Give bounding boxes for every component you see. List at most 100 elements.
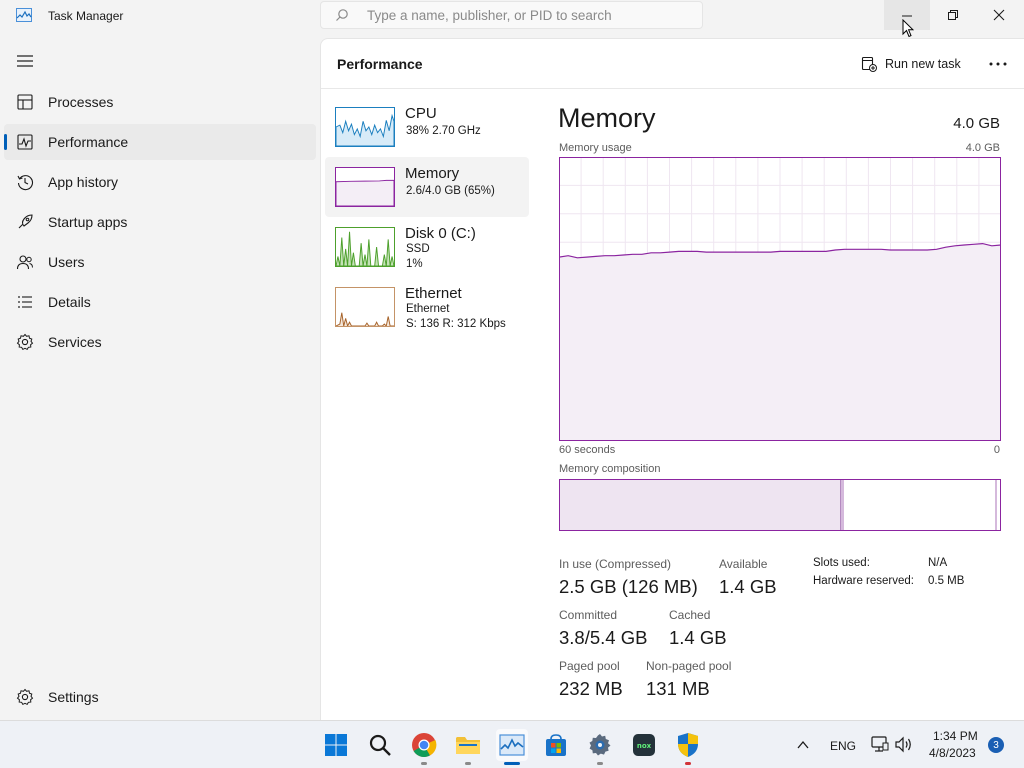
available-label: Available <box>719 557 768 571</box>
taskbar-search-button[interactable] <box>364 729 396 761</box>
hamburger-menu-icon[interactable] <box>16 54 34 68</box>
resource-detail: SSD <box>406 243 430 255</box>
performance-icon <box>17 134 33 150</box>
more-options-icon <box>989 62 1007 66</box>
clock-date[interactable]: 4/8/2023 <box>929 746 976 760</box>
sidebar-item-label: Users <box>48 254 85 270</box>
sidebar-item-app-history[interactable]: App history <box>4 164 316 200</box>
sidebar: Processes Performance App history Startu… <box>0 32 320 720</box>
search-icon <box>369 734 391 756</box>
sidebar-item-performance[interactable]: Performance <box>4 124 316 160</box>
taskbar-file-explorer[interactable] <box>452 729 484 765</box>
hardware-reserved-label: Hardware reserved: <box>813 575 914 587</box>
sidebar-item-processes[interactable]: Processes <box>4 84 316 120</box>
task-manager-icon <box>499 734 525 756</box>
taskbar-microsoft-store[interactable] <box>540 729 572 761</box>
more-options-button[interactable] <box>986 53 1010 75</box>
search-placeholder[interactable]: Type a name, publisher, or PID to search <box>367 8 612 23</box>
cached-label: Cached <box>669 608 711 622</box>
memory-composition-bar[interactable] <box>559 479 1001 531</box>
sidebar-item-details[interactable]: Details <box>4 284 316 320</box>
sidebar-item-services[interactable]: Services <box>4 324 316 360</box>
running-indicator <box>597 762 603 765</box>
show-hidden-icons-chevron-icon[interactable] <box>797 740 809 750</box>
taskbar-task-manager[interactable] <box>496 729 528 765</box>
sidebar-item-label: Settings <box>48 689 99 705</box>
processes-icon <box>17 94 33 110</box>
resource-item-ethernet[interactable]: Ethernet Ethernet S: 136 R: 312 Kbps <box>325 277 529 337</box>
in-use-label: In use (Compressed) <box>559 557 672 571</box>
paged-pool-label: Paged pool <box>559 659 620 673</box>
resource-detail: Ethernet <box>406 303 450 315</box>
startup-icon <box>18 214 33 229</box>
chart-x-label-right: 0 <box>993 444 1000 456</box>
composition-modified[interactable] <box>841 480 844 530</box>
memory-usage-label: Memory usage <box>559 142 632 154</box>
alert-indicator <box>685 762 691 765</box>
sidebar-item-startup-apps[interactable]: Startup apps <box>4 204 316 240</box>
memory-usage-chart <box>559 157 1001 441</box>
non-paged-pool-value: 131 MB <box>646 678 710 699</box>
detail-title: Memory <box>558 103 656 133</box>
language-indicator[interactable]: ENG <box>830 739 856 753</box>
paged-pool-value: 232 MB <box>559 678 623 699</box>
sidebar-item-label: Performance <box>48 134 129 150</box>
file-explorer-icon <box>456 737 480 754</box>
mouse-cursor-icon <box>902 19 914 38</box>
in-use-value: 2.5 GB (126 MB) <box>559 576 698 597</box>
run-task-label: Run new task <box>885 57 961 71</box>
page-title: Performance <box>337 56 423 72</box>
resource-item-disk[interactable]: Disk 0 (C:) SSD 1% <box>325 217 529 277</box>
settings-gear-icon <box>16 688 34 706</box>
resource-item-cpu[interactable]: CPU 38% 2.70 GHz <box>325 97 529 157</box>
sidebar-item-users[interactable]: Users <box>4 244 316 280</box>
services-icon <box>16 333 34 351</box>
title-bar: Task Manager Type a name, publisher, or … <box>0 0 1024 38</box>
clock-time[interactable]: 1:34 PM <box>933 729 978 743</box>
main-panel: Performance Run new task CPU 38% 2.70 GH… <box>320 38 1024 720</box>
sidebar-item-settings[interactable]: Settings <box>4 679 316 715</box>
sidebar-item-label: App history <box>48 174 119 190</box>
cpu-thumbnail-graph <box>335 107 395 147</box>
memory-usage-max: 4.0 GB <box>965 142 1000 154</box>
running-indicator <box>421 762 427 765</box>
run-new-task-button[interactable]: Run new task <box>861 53 961 75</box>
settings-icon <box>589 734 611 756</box>
memory-usage-area <box>559 243 1001 441</box>
svg-text:nox: nox <box>637 742 652 750</box>
restore-button[interactable] <box>930 0 976 30</box>
active-indicator <box>504 762 520 765</box>
taskbar-windows-security[interactable] <box>672 729 704 765</box>
start-button[interactable] <box>320 729 352 761</box>
resource-detail: 38% 2.70 GHz <box>406 125 481 137</box>
hardware-reserved-value: 0.5 MB <box>928 575 965 587</box>
search-box[interactable]: Type a name, publisher, or PID to search <box>320 1 703 29</box>
search-icon <box>336 9 348 21</box>
resource-item-memory[interactable]: Memory 2.6/4.0 GB (65%) <box>325 157 529 217</box>
slots-used-value: N/A <box>928 557 948 569</box>
composition-in-use[interactable] <box>560 480 841 530</box>
resource-name: Disk 0 (C:) <box>405 225 476 242</box>
resource-name: Memory <box>405 165 460 182</box>
windows-security-icon <box>678 733 698 757</box>
resource-name: Ethernet <box>405 285 462 302</box>
non-paged-pool-label: Non-paged pool <box>646 659 732 673</box>
main-header: Performance Run new task <box>321 39 1024 89</box>
run-task-icon <box>861 56 877 72</box>
notification-badge[interactable]: 3 <box>988 737 1004 753</box>
detail-total-memory: 4.0 GB <box>953 115 1000 132</box>
committed-label: Committed <box>559 608 618 622</box>
taskbar-nox[interactable]: nox <box>628 729 660 761</box>
resource-name: CPU <box>405 105 437 122</box>
taskbar-settings[interactable] <box>584 729 616 765</box>
network-icon[interactable] <box>871 736 889 753</box>
close-button[interactable] <box>976 0 1022 30</box>
composition-standby[interactable] <box>995 480 997 530</box>
sidebar-item-label: Startup apps <box>48 214 128 230</box>
sidebar-item-label: Services <box>48 334 102 350</box>
task-manager-app-icon <box>16 8 32 22</box>
taskbar-chrome[interactable] <box>408 729 440 765</box>
volume-icon[interactable] <box>895 736 913 753</box>
memory-composition-label: Memory composition <box>559 463 661 475</box>
close-icon <box>993 9 1005 21</box>
